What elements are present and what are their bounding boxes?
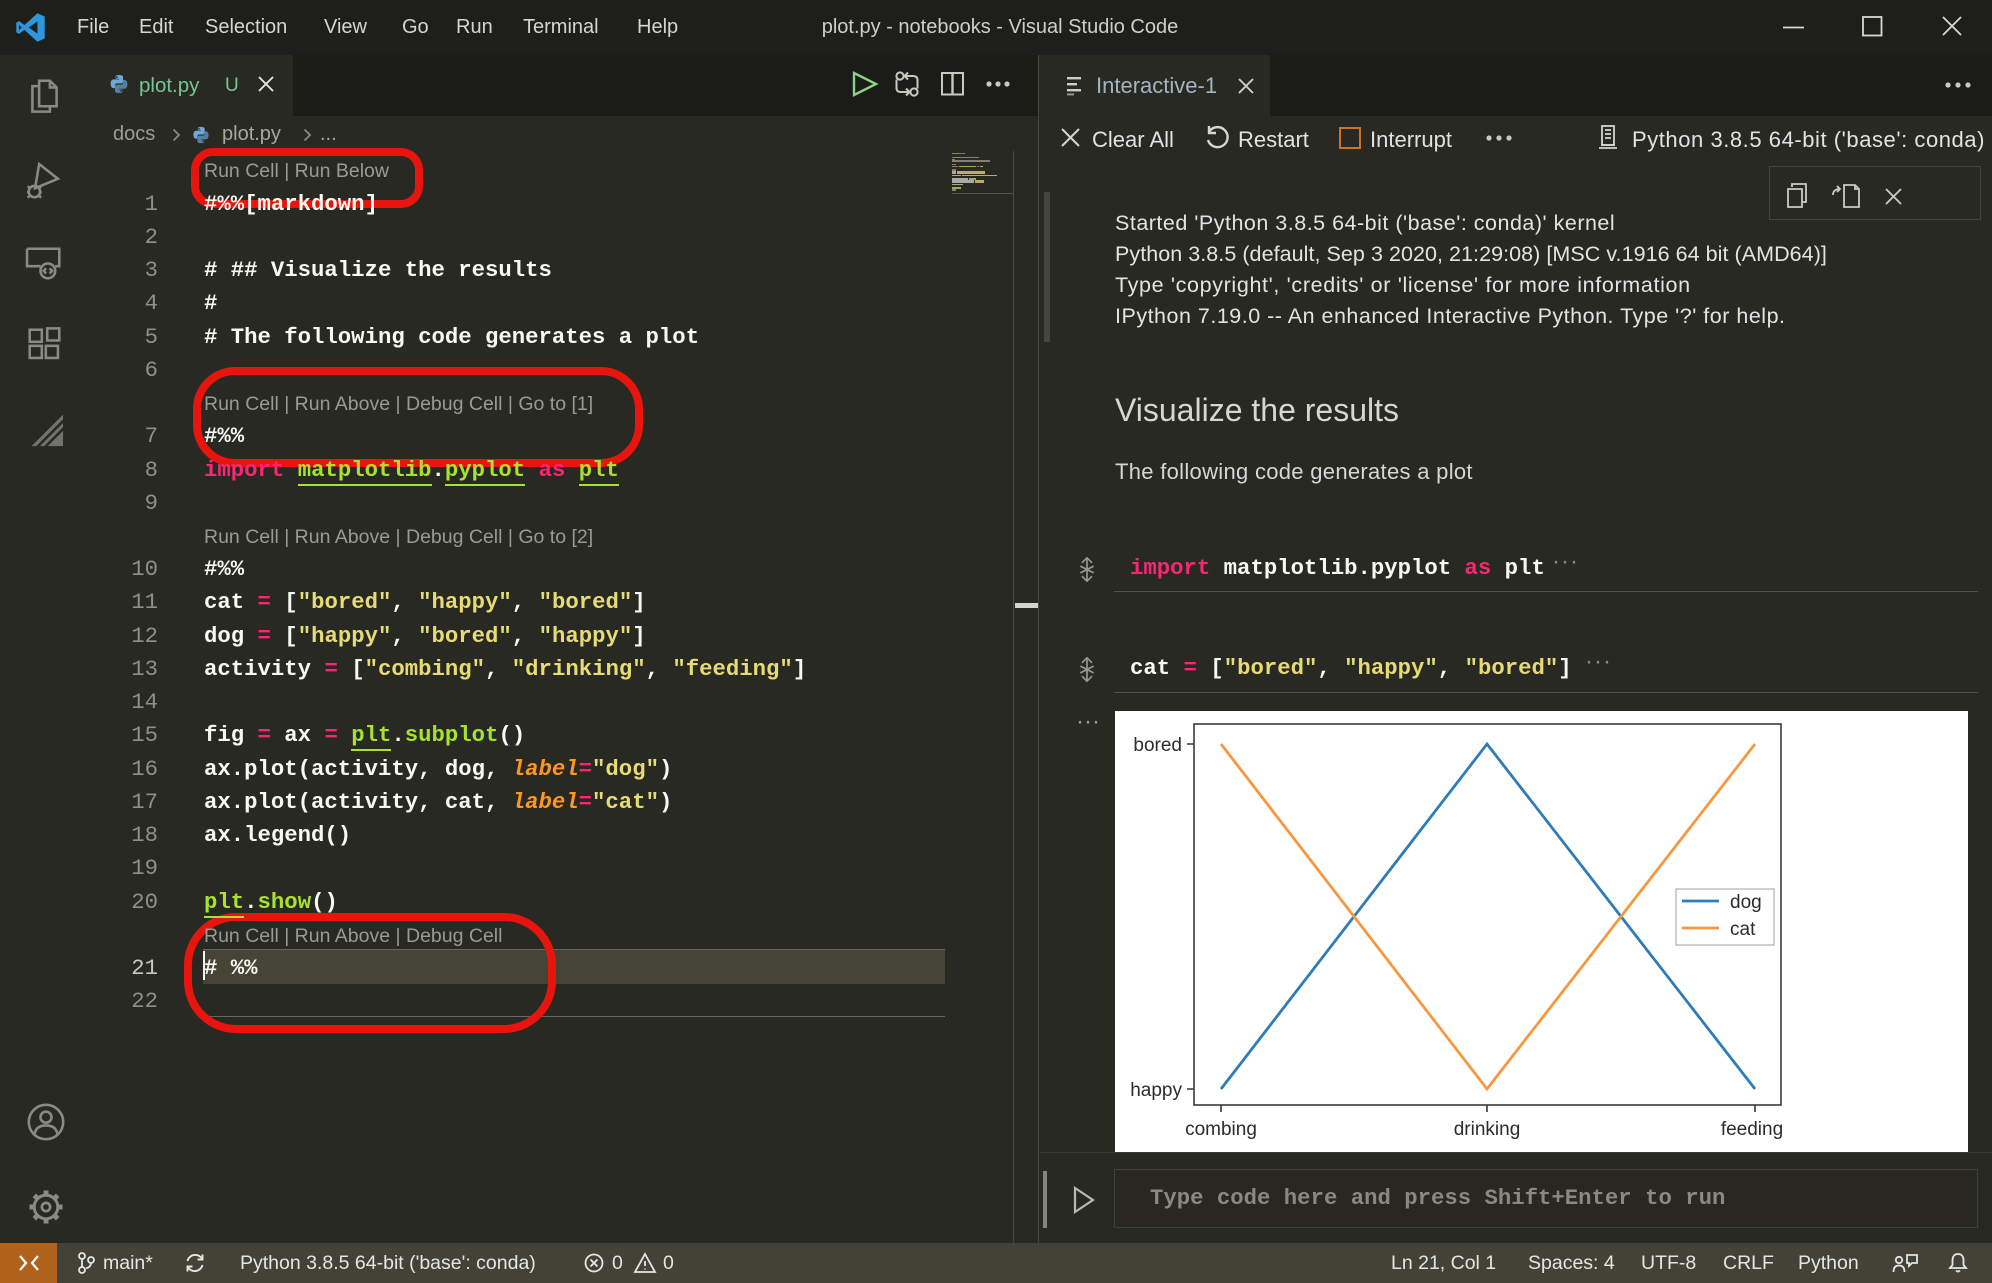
svg-text:drinking: drinking [1454, 1119, 1521, 1140]
svg-text:feeding: feeding [1721, 1119, 1783, 1140]
svg-text:happy: happy [1130, 1080, 1182, 1101]
svg-text:combing: combing [1185, 1119, 1257, 1140]
svg-text:cat: cat [1730, 919, 1756, 940]
svg-text:bored: bored [1133, 735, 1182, 756]
svg-text:dog: dog [1730, 892, 1762, 913]
